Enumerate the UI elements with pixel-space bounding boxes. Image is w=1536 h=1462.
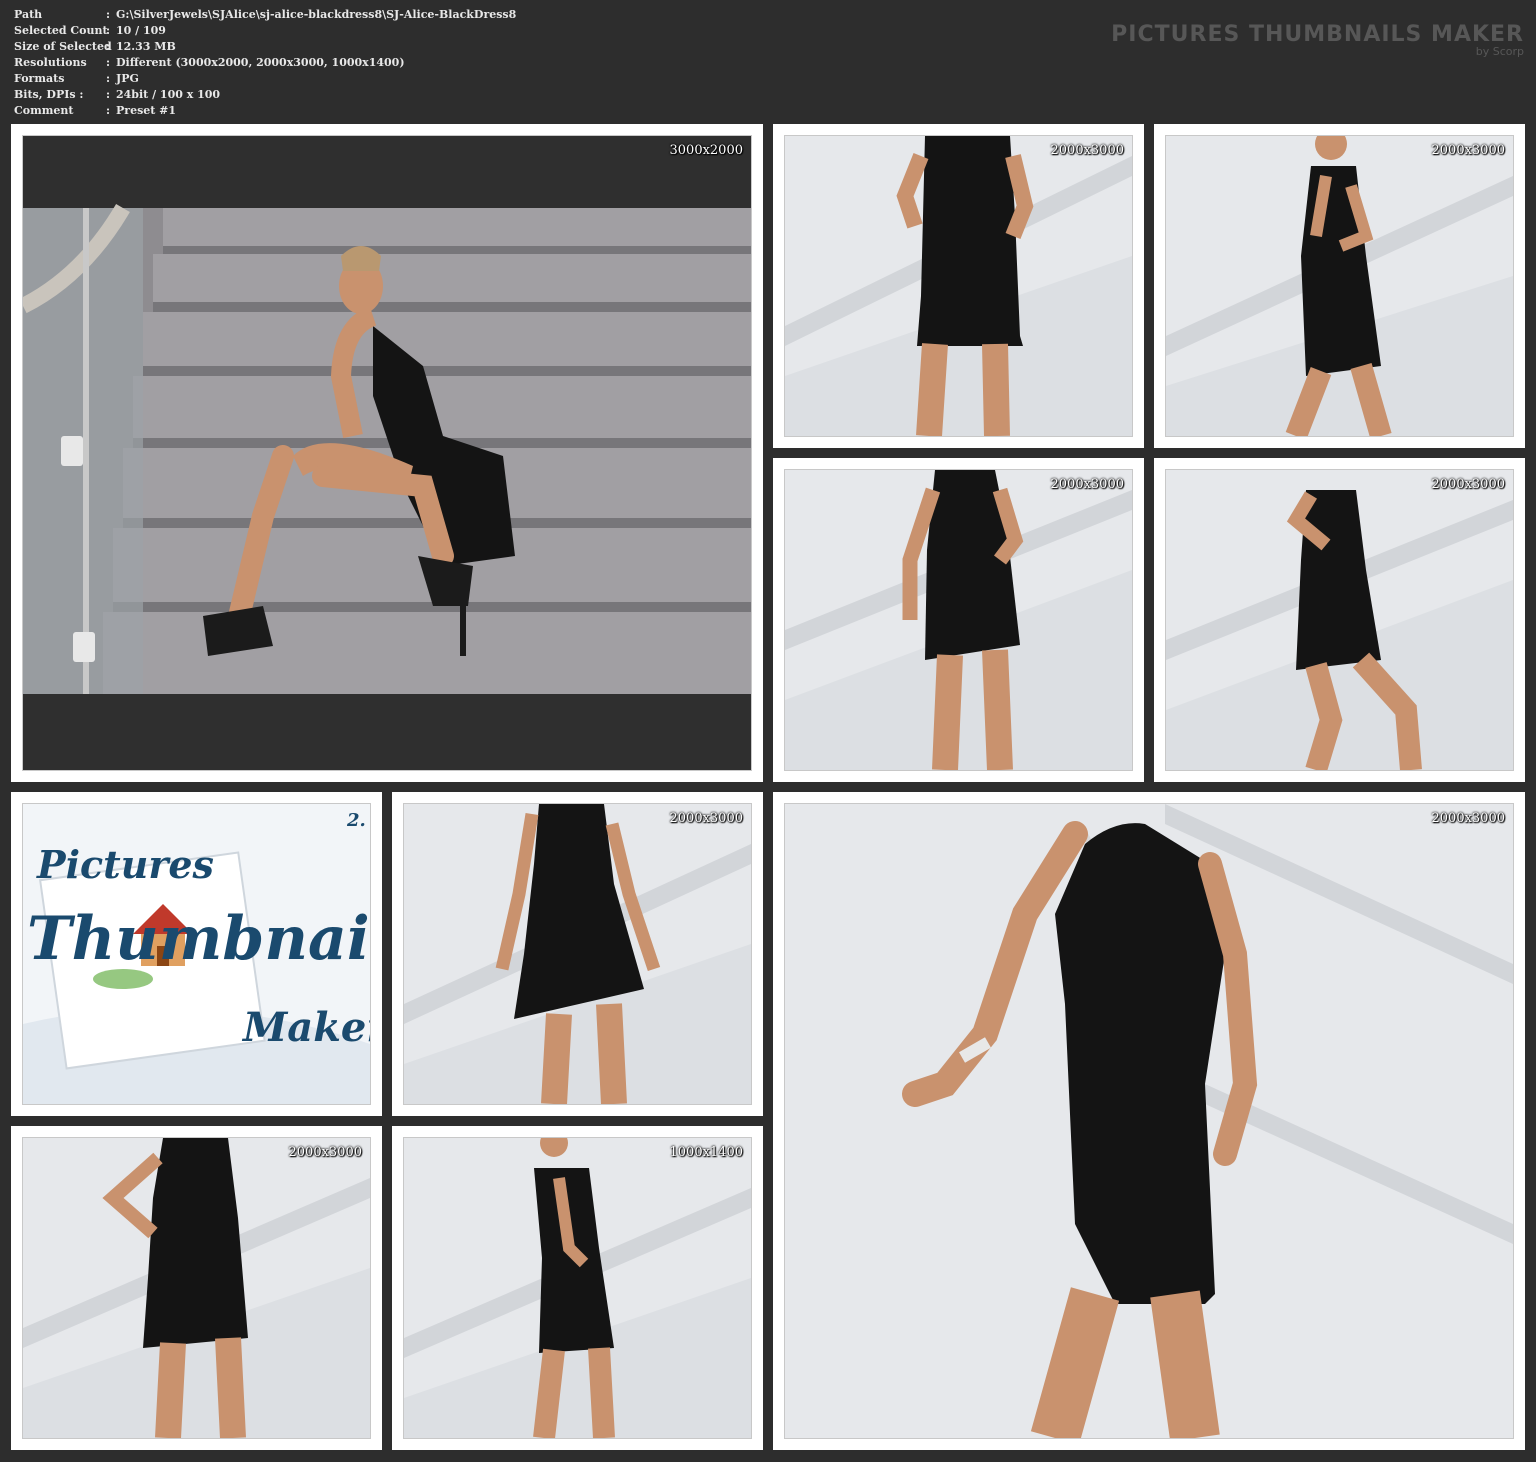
info-value: JPG [116, 72, 139, 85]
logo-text-pictures: Pictures [37, 842, 214, 887]
dress-photo [23, 1138, 370, 1438]
info-row-formats: Formats : JPG [14, 71, 516, 87]
info-separator: : [106, 104, 111, 117]
dress-photo [785, 470, 1132, 770]
thumbnail-card-1[interactable]: 3000x2000 [11, 124, 763, 782]
dress-photo [404, 1138, 751, 1438]
thumbnail-image[interactable]: 2000x3000 [22, 1137, 371, 1439]
thumbnail-image[interactable]: 2000x3000 [403, 803, 752, 1105]
dress-photo [1166, 136, 1513, 436]
thumbnail-image[interactable]: 3000x2000 [22, 135, 752, 771]
info-separator: : [106, 56, 111, 69]
dress-photo [404, 804, 751, 1104]
logo-text-thumbnails: Thumbnails [27, 904, 370, 974]
info-value: 10 / 109 [116, 24, 166, 37]
thumbnail-card-10[interactable]: 1000x1400 [392, 1126, 763, 1450]
thumbnail-image[interactable]: 2000x3000 [784, 803, 1514, 1439]
info-separator: : [106, 88, 111, 101]
info-key: Formats [14, 72, 65, 85]
info-value: 24bit / 100 x 100 [116, 88, 221, 101]
info-separator: : [106, 72, 111, 85]
info-value: G:\SilverJewels\SJAlice\sj-alice-blackdr… [116, 8, 517, 21]
resolution-label: 2000x3000 [1431, 811, 1506, 826]
info-key: Comment [14, 104, 74, 117]
info-panel: Path : G:\SilverJewels\SJAlice\sj-alice-… [14, 7, 516, 119]
resolution-label: 1000x1400 [669, 1145, 744, 1160]
thumbnail-card-3[interactable]: 2000x3000 [1154, 124, 1525, 448]
thumbnail-image[interactable]: 2000x3000 [1165, 469, 1514, 771]
thumbnail-card-4[interactable]: 2000x3000 [773, 458, 1144, 782]
info-row-bits: Bits, DPIs : : 24bit / 100 x 100 [14, 87, 516, 103]
resolution-label: 2000x3000 [1431, 477, 1506, 492]
info-separator: : [106, 8, 111, 21]
thumbnail-image[interactable]: 2000x3000 [1165, 135, 1514, 437]
info-row-path: Path : G:\SilverJewels\SJAlice\sj-alice-… [14, 7, 516, 23]
resolution-label: 2000x3000 [1050, 477, 1125, 492]
stairs-photo [23, 136, 751, 770]
thumbnail-card-7[interactable]: 2000x3000 [392, 792, 763, 1116]
resolution-label: 2000x3000 [288, 1145, 363, 1160]
info-value: 12.33 MB [116, 40, 176, 53]
info-key: Bits, DPIs : [14, 88, 84, 101]
info-value: Preset #1 [116, 104, 177, 117]
logo-version: 2. [347, 810, 366, 831]
info-key: Resolutions [14, 56, 87, 69]
thumbnail-image[interactable]: 1000x1400 [403, 1137, 752, 1439]
info-row-size: Size of Selected : 12.33 MB [14, 39, 516, 55]
thumbnail-image[interactable]: 2000x3000 [784, 469, 1133, 771]
resolution-label: 2000x3000 [1050, 143, 1125, 158]
info-row-count: Selected Count : 10 / 109 [14, 23, 516, 39]
info-separator: : [106, 24, 111, 37]
logo-text-maker: Maker [243, 1004, 370, 1051]
dress-photo-large [785, 804, 1513, 1438]
thumbnail-card-8[interactable]: 2000x3000 [773, 792, 1525, 1450]
thumbnail-card-9[interactable]: 2000x3000 [11, 1126, 382, 1450]
thumbnail-card-5[interactable]: 2000x3000 [1154, 458, 1525, 782]
info-row-comment: Comment : Preset #1 [14, 103, 516, 119]
info-key: Size of Selected [14, 40, 112, 53]
resolution-label: 2000x3000 [669, 811, 744, 826]
resolution-label: 3000x2000 [669, 143, 744, 158]
info-key: Selected Count [14, 24, 108, 37]
thumbnail-card-2[interactable]: 2000x3000 [773, 124, 1144, 448]
resolution-label: 2000x3000 [1431, 143, 1506, 158]
thumbnail-card-6[interactable]: Pictures Thumbnails Maker 2. [11, 792, 382, 1116]
info-row-resolutions: Resolutions : Different (3000x2000, 2000… [14, 55, 516, 71]
info-separator: : [106, 40, 111, 53]
info-key: Path [14, 8, 43, 21]
info-value: Different (3000x2000, 2000x3000, 1000x14… [116, 56, 405, 69]
dress-photo [785, 136, 1132, 436]
thumbnail-image[interactable]: 2000x3000 [784, 135, 1133, 437]
thumbnail-image[interactable]: Pictures Thumbnails Maker 2. [22, 803, 371, 1105]
brand-watermark: PICTURES THUMBNAILS MAKER by Scorp [1111, 22, 1524, 58]
brand-title: PICTURES THUMBNAILS MAKER [1111, 22, 1524, 47]
dress-photo [1166, 470, 1513, 770]
